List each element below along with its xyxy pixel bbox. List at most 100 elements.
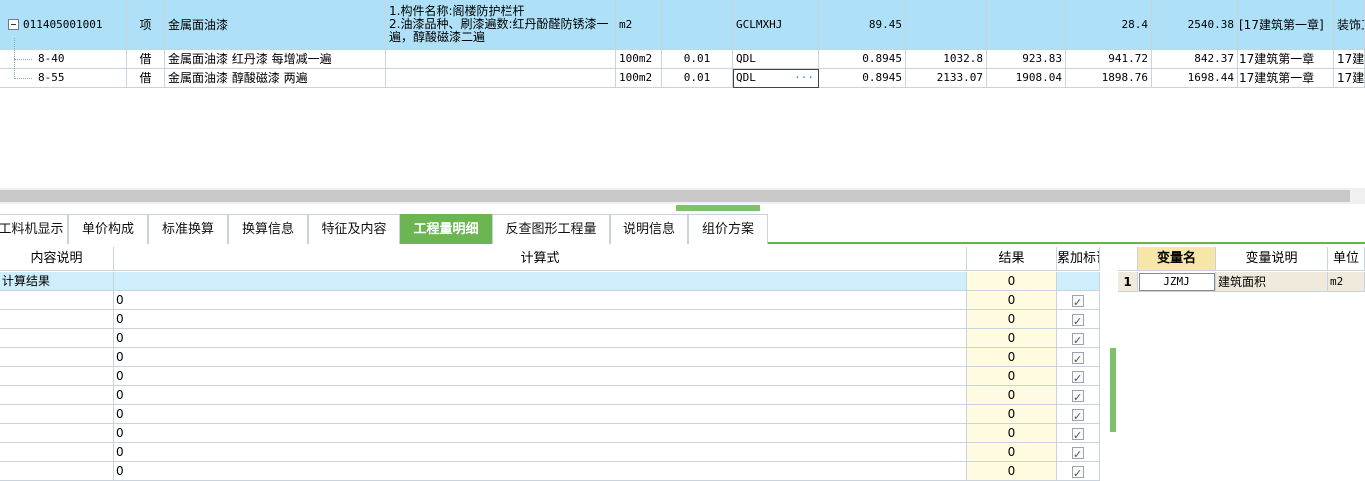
c2-cell[interactable]: 1908.04 [987,69,1066,88]
tab-features[interactable]: 特征及内容 [308,214,400,244]
quantity-cell[interactable]: 0.8945 [819,50,906,69]
features-cell[interactable] [386,69,616,88]
formula-cell[interactable] [114,272,967,291]
c2-cell[interactable]: 923.83 [987,50,1066,69]
qty-expr-cell[interactable]: QDL [733,50,819,69]
section-cell[interactable]: 17建筑第一章 [1238,50,1334,69]
header-formula[interactable]: 计算式 [114,247,967,271]
header-accumulate[interactable]: 累加标识 [1057,247,1100,271]
quota-row[interactable]: 8-40 借 金属面油漆 红丹漆 每增减一遍 100m2 0.01 QDL 0.… [0,50,1365,69]
unit-cell[interactable]: 100m2 [616,50,662,69]
section-cell[interactable]: [17建筑第一章] [1238,0,1334,50]
accumulate-checkbox[interactable] [1072,312,1084,328]
result-cell[interactable]: 0 [967,272,1057,291]
c4-cell[interactable]: 1698.44 [1152,69,1238,88]
c4-cell[interactable]: 842.37 [1152,50,1238,69]
desc-cell[interactable] [0,386,114,405]
accumulate-cell[interactable] [1057,424,1100,443]
result-cell[interactable]: 0 [967,462,1057,481]
formula-cell[interactable]: 0 [114,348,967,367]
c1-cell[interactable]: 1032.8 [906,50,987,69]
var-name-cell[interactable]: JZMJ [1138,272,1216,292]
result-cell[interactable]: 0 [967,386,1057,405]
accumulate-cell[interactable] [1057,310,1100,329]
result-cell[interactable]: 0 [967,424,1057,443]
desc-cell[interactable]: 计算结果 [0,272,114,291]
calc-row[interactable]: 0 0 [0,424,1100,443]
formula-cell[interactable]: 0 [114,462,967,481]
accumulate-checkbox[interactable] [1072,293,1084,309]
result-cell[interactable]: 0 [967,443,1057,462]
calc-row[interactable]: 0 0 [0,329,1100,348]
result-cell[interactable]: 0 [967,348,1057,367]
extra-cell[interactable]: 17建筑 [1334,69,1365,88]
accumulate-checkbox[interactable] [1072,426,1084,442]
extra-cell[interactable]: 17建筑 [1334,50,1365,69]
result-cell[interactable]: 0 [967,329,1057,348]
c3-cell[interactable]: 941.72 [1066,50,1152,69]
result-cell[interactable]: 0 [967,405,1057,424]
type-cell[interactable]: 借 [127,69,165,88]
header-result[interactable]: 结果 [967,247,1057,271]
formula-cell[interactable]: 0 [114,367,967,386]
calc-row[interactable]: 0 0 [0,348,1100,367]
features-cell[interactable]: 1.构件名称:阁楼防护栏杆 2.油漆品种、刷漆遍数:红丹酚醛防锈漆一 遍，醇酸磁… [386,0,616,50]
accumulate-checkbox[interactable] [1072,464,1084,480]
desc-cell[interactable] [0,329,114,348]
type-cell[interactable]: 借 [127,50,165,69]
coef-cell[interactable]: 0.01 [662,69,733,88]
desc-cell[interactable] [0,462,114,481]
formula-cell[interactable]: 0 [114,405,967,424]
formula-cell[interactable]: 0 [114,424,967,443]
accumulate-checkbox[interactable] [1072,388,1084,404]
type-cell[interactable]: 项 [127,0,165,50]
horizontal-scrollbar[interactable] [0,188,1365,204]
summary-row[interactable]: 计算结果 0 [0,272,1100,291]
accumulate-checkbox[interactable] [1072,331,1084,347]
accumulate-cell[interactable] [1057,386,1100,405]
header-var-name[interactable]: 变量名 [1138,247,1216,271]
accumulate-cell[interactable] [1057,462,1100,481]
section-cell[interactable]: 17建筑第一章 [1238,69,1334,88]
formula-cell[interactable]: 0 [114,291,967,310]
ellipsis-icon[interactable]: ··· [794,69,814,87]
tab-standard-conversion[interactable]: 标准换算 [148,214,228,244]
tab-graphic-quantity[interactable]: 反查图形工程量 [492,214,610,244]
desc-cell[interactable] [0,310,114,329]
desc-cell[interactable] [0,424,114,443]
accumulate-checkbox[interactable] [1072,369,1084,385]
accumulate-cell[interactable] [1057,272,1100,291]
header-var-desc[interactable]: 变量说明 [1216,247,1328,271]
tab-labor-material[interactable]: 工料机显示 [0,214,68,244]
calc-row[interactable]: 0 0 [0,386,1100,405]
var-unit-cell[interactable]: m2 [1328,272,1365,292]
formula-cell[interactable]: 0 [114,443,967,462]
tab-conversion-info[interactable]: 换算信息 [228,214,308,244]
accumulate-checkbox[interactable] [1072,445,1084,461]
desc-cell[interactable] [0,405,114,424]
accumulate-cell[interactable] [1057,405,1100,424]
calc-row[interactable]: 0 0 [0,405,1100,424]
header-var-unit[interactable]: 单位 [1328,247,1365,271]
code-cell[interactable]: 011405001001 [0,0,127,50]
bill-item-row[interactable]: 011405001001 项 金属面油漆 1.构件名称:阁楼防护栏杆 2.油漆品… [0,0,1365,50]
quantity-cell[interactable]: 0.8945 [819,69,906,88]
coef-cell[interactable]: 0.01 [662,50,733,69]
desc-cell[interactable] [0,348,114,367]
calc-row[interactable]: 0 0 [0,291,1100,310]
name-cell[interactable]: 金属面油漆 醇酸磁漆 两遍 [165,69,386,88]
quantity-cell[interactable]: 89.45 [819,0,906,50]
calc-row[interactable]: 0 0 [0,443,1100,462]
features-cell[interactable] [386,50,616,69]
result-cell[interactable]: 0 [967,310,1057,329]
calc-row[interactable]: 0 0 [0,310,1100,329]
desc-cell[interactable] [0,367,114,386]
var-desc-cell[interactable]: 建筑面积 [1216,272,1328,292]
qty-expr-cell[interactable]: GCLMXHJ [733,0,819,50]
c3-cell[interactable]: 1898.76 [1066,69,1152,88]
collapse-icon[interactable] [8,18,19,30]
accumulate-cell[interactable] [1057,443,1100,462]
calc-row[interactable]: 0 0 [0,462,1100,481]
desc-cell[interactable] [0,443,114,462]
unit-price-cell[interactable]: 28.4 [1066,0,1152,50]
